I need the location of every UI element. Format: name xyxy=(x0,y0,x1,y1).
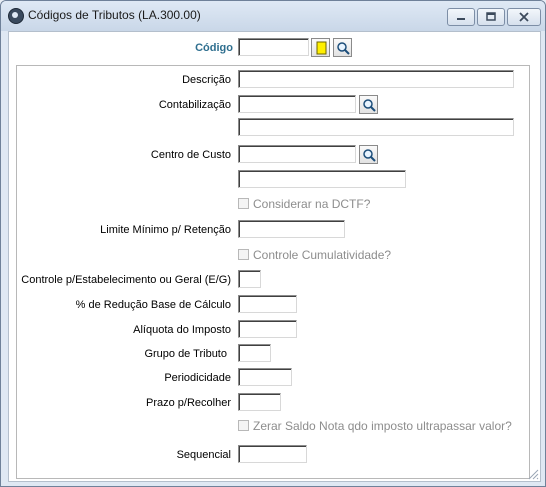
controle-cumulatividade-label: Controle Cumulatividade? xyxy=(253,248,392,262)
sequencial-input[interactable] xyxy=(238,445,307,463)
close-icon xyxy=(519,12,529,22)
contabilizacao-search-button[interactable] xyxy=(359,95,378,114)
centro-custo-search-button[interactable] xyxy=(359,145,378,164)
contabilizacao-label: Contabilização xyxy=(158,99,231,111)
magnifier-icon xyxy=(337,42,350,55)
limite-minimo-label: Limite Mínimo p/ Retenção xyxy=(100,224,231,236)
minimize-icon xyxy=(457,18,465,20)
controle-cumulatividade-checkbox[interactable] xyxy=(238,249,249,260)
centro-custo-input[interactable] xyxy=(238,145,356,163)
periodicidade-label: Periodicidade xyxy=(164,372,231,384)
contabilizacao-descricao-input[interactable] xyxy=(238,118,514,136)
limite-minimo-input[interactable] xyxy=(238,220,345,238)
codigo-label: Código xyxy=(195,42,233,54)
descricao-input[interactable] xyxy=(238,70,514,88)
centro-custo-descricao-input[interactable] xyxy=(238,170,406,188)
prazo-recolher-label: Prazo p/Recolher xyxy=(146,397,231,409)
maximize-icon xyxy=(486,12,496,21)
controle-estab-input[interactable] xyxy=(238,270,261,288)
magnifier-icon xyxy=(363,99,376,112)
window-title: Códigos de Tributos (LA.300.00) xyxy=(28,8,201,22)
details-group: Descrição Contabilização Centro de Custo… xyxy=(16,65,530,479)
tributos-window: Códigos de Tributos (LA.300.00) Código D… xyxy=(0,0,546,487)
controle-estab-label: Controle p/Estabelecimento ou Geral (E/G… xyxy=(21,274,231,286)
perc-reducao-label: % de Redução Base de Cálculo xyxy=(75,299,231,311)
form-area: Código Descrição Contabilização Centro d… xyxy=(8,31,541,482)
considerar-dctf-checkbox[interactable] xyxy=(238,198,249,209)
contabilizacao-input[interactable] xyxy=(238,95,356,113)
aliquota-input[interactable] xyxy=(238,320,297,338)
minimize-button[interactable] xyxy=(447,8,475,26)
close-button[interactable] xyxy=(507,8,541,26)
codigo-input[interactable] xyxy=(238,38,309,56)
new-record-button[interactable] xyxy=(311,38,330,57)
codigo-search-button[interactable] xyxy=(333,38,352,57)
aliquota-label: Alíquota do Imposto xyxy=(133,324,231,336)
resize-grip-icon[interactable] xyxy=(527,468,539,480)
periodicidade-input[interactable] xyxy=(238,368,292,386)
considerar-dctf-label: Considerar na DCTF? xyxy=(253,197,371,211)
zerar-saldo-label: Zerar Saldo Nota qdo imposto ultrapassar… xyxy=(253,419,512,433)
perc-reducao-input[interactable] xyxy=(238,295,297,313)
centro-custo-label: Centro de Custo xyxy=(150,149,231,161)
grupo-tributo-label: Grupo de Tributo xyxy=(144,348,227,360)
title-bar[interactable]: Códigos de Tributos (LA.300.00) xyxy=(1,1,545,31)
zerar-saldo-checkbox[interactable] xyxy=(238,420,249,431)
maximize-button[interactable] xyxy=(477,8,505,26)
note-icon xyxy=(316,41,327,55)
sequencial-label: Sequencial xyxy=(176,449,231,461)
prazo-recolher-input[interactable] xyxy=(238,393,281,411)
descricao-label: Descrição xyxy=(182,74,231,86)
magnifier-icon xyxy=(363,149,376,162)
app-icon[interactable] xyxy=(8,8,24,24)
grupo-tributo-input[interactable] xyxy=(238,344,271,362)
